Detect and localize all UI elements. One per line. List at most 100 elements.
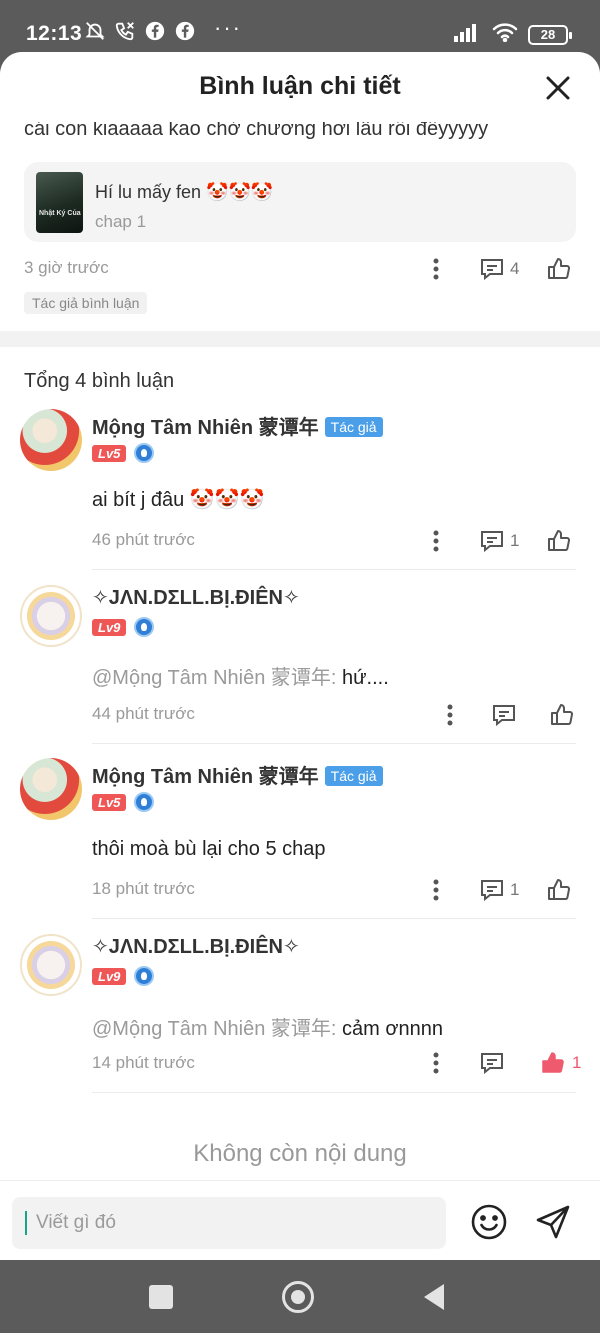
reply-time: 14 phút trước [92, 1053, 195, 1072]
reply-author-name[interactable]: Mộng Tâm Nhiên 蒙谭年 Tác giả [92, 760, 383, 789]
comment-icon [481, 1053, 503, 1074]
facebook-icon [144, 20, 166, 42]
reply-author-name[interactable]: ✧JΛN.DΣLL.BỊ.ĐIÊN✧ [92, 934, 300, 959]
like-button[interactable] [545, 255, 573, 283]
facebook-icon [174, 20, 196, 42]
more-vertical-icon [433, 879, 439, 901]
comment-icon [481, 259, 503, 280]
chapter-card-title: Hí lu mấy fen 🤡🤡🤡 [95, 182, 274, 202]
reply-count-button[interactable]: 1 [480, 879, 519, 901]
thumbs-up-icon [548, 258, 571, 279]
more-options-button[interactable] [438, 703, 462, 727]
status-system-icons: 28 [454, 22, 572, 47]
reply-count: 1 [510, 880, 520, 899]
comment-icon [493, 705, 515, 726]
reply-text: @Mộng Tâm Nhiên 蒙谭年: hứ.... [92, 661, 389, 690]
level-row: Lv9 [92, 966, 155, 986]
reply-text: @Mộng Tâm Nhiên 蒙谭年: cảm ơnnnn [92, 1012, 443, 1041]
reply-button[interactable] [492, 704, 522, 726]
send-icon [536, 1205, 570, 1239]
mention[interactable]: @Mộng Tâm Nhiên 蒙谭年: [92, 1018, 336, 1040]
status-bar: 12:13 ··· 28 [0, 0, 600, 56]
comment-input[interactable]: Viết gì đó [12, 1197, 446, 1249]
reply-item: Mộng Tâm Nhiên 蒙谭年 Tác giả Lv5 ai bít j đ… [0, 405, 600, 575]
avatar[interactable] [20, 934, 82, 996]
chapter-cover-image: Nhật Ký Của [36, 172, 83, 233]
more-options-button[interactable] [424, 1051, 448, 1075]
level-row: Lv9 [92, 617, 155, 637]
more-vertical-icon [433, 258, 439, 280]
battery-icon: 28 [528, 24, 572, 45]
reply-time: 18 phút trước [92, 879, 195, 898]
send-button[interactable] [534, 1203, 572, 1241]
status-time: 12:13 [26, 22, 83, 45]
author-name-text: Mộng Tâm Nhiên 蒙谭年 [92, 417, 319, 439]
cover-title: Nhật Ký Của [39, 210, 81, 217]
avatar[interactable] [20, 758, 82, 820]
reply-button[interactable] [480, 1052, 510, 1074]
reply-time: 46 phút trước [92, 530, 195, 549]
comment-icon [481, 531, 503, 552]
end-of-content-label: Không còn nội dung [193, 1140, 407, 1167]
back-button[interactable] [424, 1284, 444, 1310]
level-badge: Lv5 [92, 793, 127, 811]
reply-actions: 1 [424, 1050, 581, 1076]
row-divider [92, 743, 576, 744]
level-badge: Lv9 [92, 967, 127, 985]
chapter-card[interactable]: Nhật Ký Của Hí lu mấy fen 🤡🤡🤡 chap 1 [24, 162, 576, 242]
avatar[interactable] [20, 585, 82, 647]
reply-author-name[interactable]: Mộng Tâm Nhiên 蒙谭年 Tác giả [92, 411, 383, 440]
reply-actions [438, 701, 576, 729]
reply-actions: 1 [424, 527, 573, 555]
level-row: Lv5 [92, 792, 155, 812]
reply-actions: 1 [424, 876, 573, 904]
signal-icon [454, 22, 482, 47]
total-comments-label: Tổng 4 bình luận [24, 370, 175, 392]
reply-item: ✧JΛN.DΣLL.BỊ.ĐIÊN✧ Lv9 @Mộng Tâm Nhiên 蒙… [0, 579, 600, 749]
like-button[interactable] [545, 876, 573, 904]
avatar[interactable] [20, 409, 82, 471]
medal-icon [134, 443, 155, 463]
like-button-active[interactable]: 1 [540, 1050, 581, 1076]
system-nav-bar [0, 1260, 600, 1333]
status-notification-icons: ··· [84, 15, 242, 42]
smiley-icon [471, 1204, 507, 1240]
chapter-card-subtitle: chap 1 [95, 212, 147, 231]
wifi-icon [492, 22, 518, 47]
author-comment-tag: Tác giả bình luận [24, 292, 148, 314]
reply-text-body: hứ.... [342, 667, 389, 689]
thumbs-up-filled-icon [542, 1052, 564, 1073]
author-badge: Tác giả [324, 766, 383, 786]
close-button[interactable] [544, 74, 572, 102]
reply-item: ✧JΛN.DΣLL.BỊ.ĐIÊN✧ Lv9 @Mộng Tâm Nhiên 蒙… [0, 928, 600, 1098]
medal-icon [134, 966, 155, 986]
reply-text: thôi moà bù lại cho 5 chap [92, 838, 326, 860]
like-button[interactable] [545, 527, 573, 555]
sheet-header: Bình luận chi tiết [0, 52, 600, 122]
more-options-button[interactable] [424, 257, 448, 281]
row-divider [92, 1092, 576, 1093]
mention[interactable]: @Mộng Tâm Nhiên 蒙谭年: [92, 667, 336, 689]
reply-count-button[interactable]: 4 [480, 258, 519, 280]
reply-item: Mộng Tâm Nhiên 蒙谭年 Tác giả Lv5 thôi moà b… [0, 754, 600, 924]
emoji-button[interactable] [470, 1203, 508, 1241]
like-button[interactable] [548, 701, 576, 729]
home-button[interactable] [282, 1281, 314, 1313]
muted-bell-icon [84, 20, 106, 42]
more-options-button[interactable] [424, 878, 448, 902]
author-name-text: Mộng Tâm Nhiên 蒙谭年 [92, 766, 319, 788]
recents-button[interactable] [149, 1285, 173, 1309]
parent-comment-actions: 4 [424, 255, 573, 283]
reply-author-name[interactable]: ✧JΛN.DΣLL.BỊ.ĐIÊN✧ [92, 585, 300, 610]
like-count: 1 [572, 1053, 582, 1072]
thumbs-up-icon [551, 704, 574, 725]
level-badge: Lv9 [92, 618, 127, 636]
level-row: Lv5 [92, 443, 155, 463]
reply-time: 44 phút trước [92, 704, 195, 723]
page-title: Bình luận chi tiết [199, 72, 401, 100]
thumbs-up-icon [548, 879, 571, 900]
reply-count-button[interactable]: 1 [480, 530, 519, 552]
more-options-button[interactable] [424, 529, 448, 553]
row-divider [92, 918, 576, 919]
reply-text: ai bít j đâu 🤡🤡🤡 [92, 489, 265, 511]
